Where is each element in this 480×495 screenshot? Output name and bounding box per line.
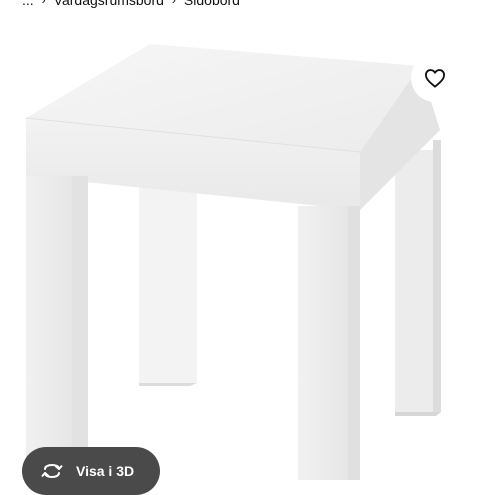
rotate-3d-icon <box>41 463 63 479</box>
product-image[interactable] <box>0 0 480 480</box>
chevron-right-icon: › <box>41 0 46 7</box>
table-front-left-leg <box>26 176 88 480</box>
table-top <box>25 44 440 210</box>
table-back-left-leg <box>139 178 197 386</box>
view-in-3d-button[interactable]: Visa i 3D <box>22 447 160 495</box>
favorite-button[interactable] <box>411 54 459 102</box>
view-in-3d-label: Visa i 3D <box>76 463 135 479</box>
heart-icon <box>424 69 445 88</box>
chevron-right-icon: › <box>171 0 176 7</box>
breadcrumb: ... › Vardagsrumsbord › Sidobord <box>22 0 240 9</box>
breadcrumb-item-vardagsrumsbord[interactable]: Vardagsrumsbord <box>54 0 164 8</box>
breadcrumb-item-more[interactable]: ... <box>22 0 34 8</box>
table-back-right-leg <box>395 140 441 416</box>
breadcrumb-item-sidobord[interactable]: Sidobord <box>184 0 240 8</box>
table-front-right-leg <box>298 206 360 480</box>
